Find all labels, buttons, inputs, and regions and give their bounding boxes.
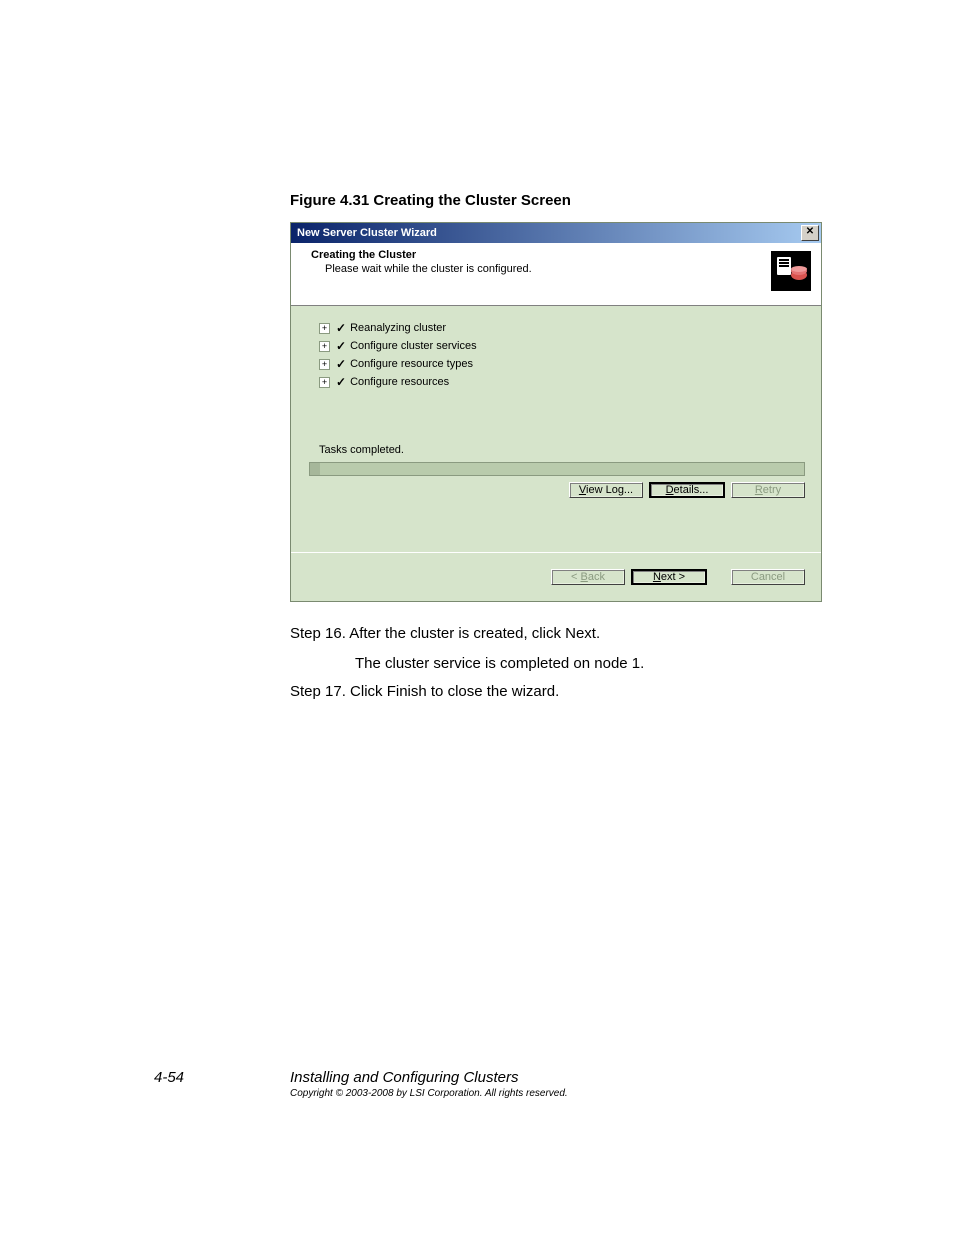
close-button[interactable]: ✕ <box>801 225 819 241</box>
cluster-icon <box>771 251 811 291</box>
figure-caption: Figure 4.31 Creating the Cluster Screen <box>290 192 571 209</box>
status-text: Tasks completed. <box>319 444 404 456</box>
back-button: < Back <box>551 569 625 585</box>
page-number: 4-54 <box>154 1069 184 1086</box>
footer-doc-title: Installing and Configuring Clusters <box>290 1069 518 1086</box>
step-16-text: Step 16. After the cluster is created, c… <box>290 625 600 642</box>
wizard-header: Creating the Cluster Please wait while t… <box>291 243 821 306</box>
task-label: Configure cluster services <box>350 340 477 352</box>
next-button[interactable]: Next > <box>631 569 707 585</box>
expand-icon[interactable]: + <box>319 323 330 334</box>
view-log-button[interactable]: View Log... <box>569 482 643 498</box>
wizard-header-title: Creating the Cluster <box>311 249 811 261</box>
expand-icon[interactable]: + <box>319 377 330 388</box>
task-row: + ✓ Reanalyzing cluster <box>319 320 793 336</box>
checkmark-icon: ✓ <box>336 339 346 353</box>
wizard-footer: < Back Next > Cancel <box>291 552 821 601</box>
cancel-button: Cancel <box>731 569 805 585</box>
titlebar: New Server Cluster Wizard ✕ <box>291 223 821 243</box>
task-label: Configure resource types <box>350 358 473 370</box>
expand-icon[interactable]: + <box>319 341 330 352</box>
checkmark-icon: ✓ <box>336 357 346 371</box>
retry-button: Retry <box>731 482 805 498</box>
wizard-header-subtitle: Please wait while the cluster is configu… <box>311 263 811 275</box>
details-button[interactable]: Details... <box>649 482 725 498</box>
wizard-window: New Server Cluster Wizard ✕ Creating the… <box>290 222 822 602</box>
footer-copyright: Copyright © 2003-2008 by LSI Corporation… <box>290 1088 568 1099</box>
step-17-text: Step 17. Click Finish to close the wizar… <box>290 683 559 700</box>
checkmark-icon: ✓ <box>336 375 346 389</box>
task-row: + ✓ Configure cluster services <box>319 338 793 354</box>
task-label: Configure resources <box>350 376 449 388</box>
progress-fill <box>310 463 320 475</box>
progress-bar <box>309 462 805 476</box>
expand-icon[interactable]: + <box>319 359 330 370</box>
checkmark-icon: ✓ <box>336 321 346 335</box>
wizard-body: + ✓ Reanalyzing cluster + ✓ Configure cl… <box>291 306 821 552</box>
task-row: + ✓ Configure resource types <box>319 356 793 372</box>
task-label: Reanalyzing cluster <box>350 322 446 334</box>
window-title: New Server Cluster Wizard <box>293 227 437 239</box>
step-16-note: The cluster service is completed on node… <box>355 655 644 672</box>
task-row: + ✓ Configure resources <box>319 374 793 390</box>
